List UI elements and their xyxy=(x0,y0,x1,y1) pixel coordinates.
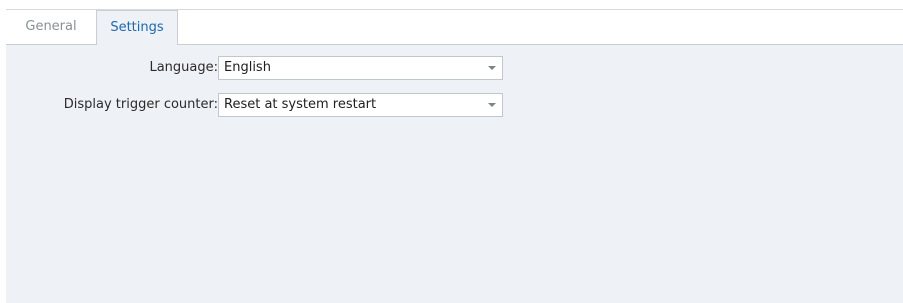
chevron-down-icon[interactable] xyxy=(488,103,496,107)
trigger-counter-dropdown[interactable]: Reset at system restart xyxy=(218,93,503,117)
tab-strip: General Settings xyxy=(6,10,903,45)
trigger-counter-label: Display trigger counter: xyxy=(63,97,218,112)
language-dropdown[interactable]: English xyxy=(218,56,503,80)
chevron-down-icon[interactable] xyxy=(488,66,496,70)
tab-settings[interactable]: Settings xyxy=(96,10,178,45)
language-row: Language: English xyxy=(6,56,903,80)
language-label: Language: xyxy=(149,60,218,75)
language-value: English xyxy=(224,60,271,75)
settings-panel: Language: English Display trigger counte… xyxy=(6,44,903,303)
trigger-counter-row: Display trigger counter: Reset at system… xyxy=(6,93,903,117)
settings-window: General Settings Language: English Displ… xyxy=(0,0,903,303)
trigger-counter-value: Reset at system restart xyxy=(224,97,377,112)
tab-settings-label: Settings xyxy=(110,20,164,35)
tab-general-label: General xyxy=(25,19,77,34)
tab-general[interactable]: General xyxy=(6,10,96,44)
